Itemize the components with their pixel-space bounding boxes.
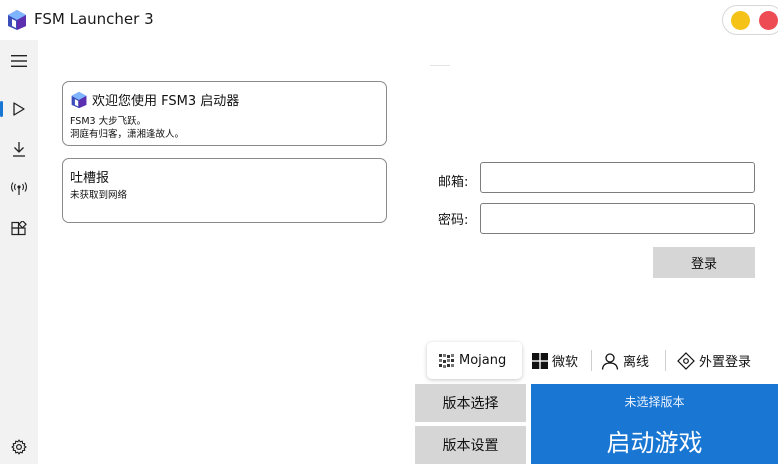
broadcast-icon [10,182,28,195]
tab-separator [591,350,592,371]
news-card: 吐槽报 未获取到网络 [62,158,387,223]
tab-label: 离线 [623,355,650,370]
app-title: FSM Launcher 3 [34,10,154,28]
welcome-card-title: 欢迎您使用 FSM3 启动器 [92,94,240,109]
close-button[interactable] [759,11,778,30]
version-select-button[interactable]: 版本选择 [415,384,526,422]
news-card-line: 未获取到网络 [70,190,128,201]
active-indicator [0,101,3,117]
launcher-window: FSM Launcher 3 欢迎您使用 FSM3 启动器 FSM3 大步飞跃。… [0,0,778,464]
tab-external-login[interactable]: 外置登录 [677,342,751,379]
user-icon [601,352,619,370]
download-icon [13,142,25,157]
tab-label: 外置登录 [699,355,752,370]
password-field[interactable] [480,203,755,234]
mojang-icon [439,353,454,368]
password-label: 密码: [438,213,469,228]
tab-offline[interactable]: 离线 [601,342,649,379]
sidebar-item-multiplayer[interactable] [0,172,38,206]
launch-game-button[interactable]: 未选择版本 启动游戏 [531,384,778,464]
menu-icon [11,55,27,67]
news-card-title: 吐槽报 [70,171,110,186]
minimize-button[interactable] [731,11,750,30]
welcome-card: 欢迎您使用 FSM3 启动器 FSM3 大步飞跃。 洞庭有归客，潇湘逢故人。 [62,81,387,146]
welcome-card-line: FSM3 大步飞跃。 [70,116,147,127]
tab-separator [665,350,666,371]
extensions-icon [11,221,27,236]
welcome-card-line: 洞庭有归客，潇湘逢故人。 [70,129,185,140]
tab-microsoft[interactable]: 微软 [532,342,578,379]
email-field[interactable] [480,162,755,193]
app-logo-icon [8,10,26,30]
window-controls [722,5,778,35]
title-bar[interactable]: FSM Launcher 3 [0,0,778,40]
tab-mojang[interactable]: Mojang [427,342,522,379]
divider [430,65,450,66]
account-type-tabs: Mojang 微软 离线 外置登录 [427,342,778,379]
login-button[interactable]: 登录 [653,247,755,278]
gear-icon [11,439,27,455]
email-label: 邮箱: [438,175,469,190]
tab-label: 微软 [552,355,579,370]
tab-label: Mojang [459,353,507,368]
sidebar [0,40,38,464]
sidebar-menu-button[interactable] [0,44,38,78]
sidebar-item-download[interactable] [0,132,38,166]
version-settings-button[interactable]: 版本设置 [415,426,526,464]
windows-icon [532,352,548,369]
app-logo-icon [71,91,87,108]
launch-version-status: 未选择版本 [624,395,685,409]
external-login-icon [677,351,695,370]
play-icon [13,102,25,116]
sidebar-item-extensions[interactable] [0,212,38,246]
sidebar-item-launch[interactable] [0,92,38,126]
launch-game-label: 启动游戏 [606,429,703,457]
sidebar-item-settings[interactable] [0,430,38,464]
